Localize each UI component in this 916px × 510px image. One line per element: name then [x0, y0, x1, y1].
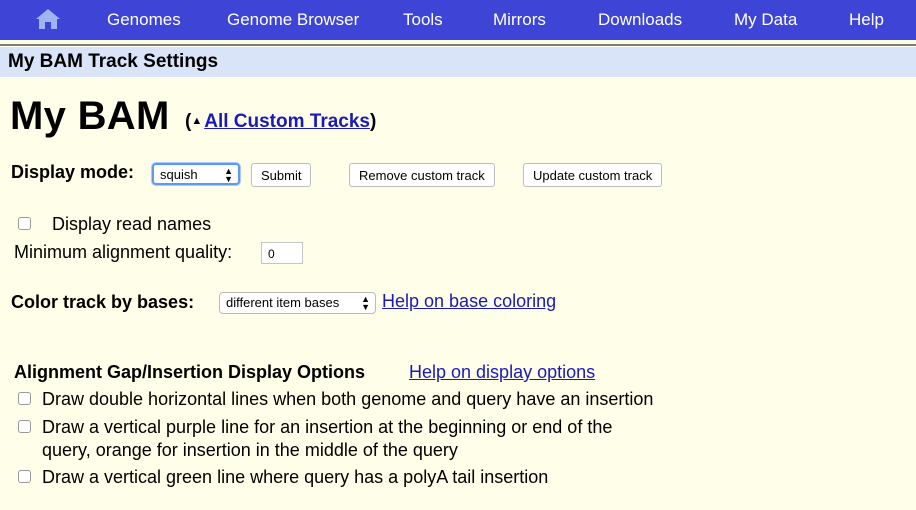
breadcrumb-close-paren: ) [370, 111, 377, 132]
submit-button[interactable]: Submit [251, 163, 312, 187]
purple-line-label: Draw a vertical purple line for an inser… [42, 417, 613, 437]
color-bases-value: different item bases [226, 295, 340, 310]
top-navbar: Genomes Genome Browser Tools Mirrors Dow… [0, 0, 916, 40]
double-lines-checkbox[interactable] [18, 392, 31, 405]
nav-mirrors[interactable]: Mirrors [493, 10, 546, 30]
display-mode-value: squish [160, 167, 198, 182]
base-coloring-help-link[interactable]: Help on base coloring [382, 291, 556, 312]
min-quality-label: Minimum alignment quality: [14, 242, 233, 262]
home-icon[interactable] [34, 7, 62, 31]
nav-genome-browser[interactable]: Genome Browser [227, 10, 359, 30]
up-arrow-icon: ▲ [191, 115, 203, 127]
update-custom-track-button[interactable]: Update custom track [523, 163, 663, 187]
settings-header-bar: My BAM Track Settings [0, 47, 916, 77]
select-updown-icon: ▲ ▼ [361, 294, 370, 312]
purple-line-label-cont: query, orange for insertion in the middl… [42, 440, 458, 460]
nav-tools[interactable]: Tools [403, 10, 443, 30]
display-mode-select[interactable]: squish ▲ ▼ [152, 163, 240, 185]
min-quality-input[interactable]: 0 [261, 242, 303, 264]
nav-downloads[interactable]: Downloads [598, 10, 682, 30]
settings-header: My BAM Track Settings [8, 51, 219, 72]
color-bases-select[interactable]: different item bases ▲ ▼ [219, 292, 376, 314]
remove-custom-track-button[interactable]: Remove custom track [349, 163, 495, 187]
polya-line-label: Draw a vertical green line where query h… [42, 467, 549, 487]
display-read-names-label: Display read names [52, 214, 212, 234]
breadcrumb: (▲ All Custom Tracks) [185, 111, 376, 133]
display-read-names-checkbox[interactable] [18, 217, 31, 230]
purple-line-checkbox[interactable] [18, 420, 31, 433]
polya-line-checkbox[interactable] [18, 470, 31, 483]
divider [0, 44, 916, 46]
display-options-help-link[interactable]: Help on display options [409, 362, 595, 383]
display-mode-label: Display mode: [11, 162, 135, 182]
page-title: My BAM [10, 94, 170, 138]
double-lines-label: Draw double horizontal lines when both g… [42, 389, 654, 409]
nav-my-data[interactable]: My Data [734, 10, 797, 30]
nav-genomes[interactable]: Genomes [107, 10, 181, 30]
gap-options-title: Alignment Gap/Insertion Display Options [14, 362, 366, 382]
color-bases-label: Color track by bases: [11, 292, 195, 312]
nav-help[interactable]: Help [849, 10, 884, 30]
select-updown-icon: ▲ ▼ [224, 166, 233, 184]
all-custom-tracks-link[interactable]: All Custom Tracks [204, 111, 370, 132]
